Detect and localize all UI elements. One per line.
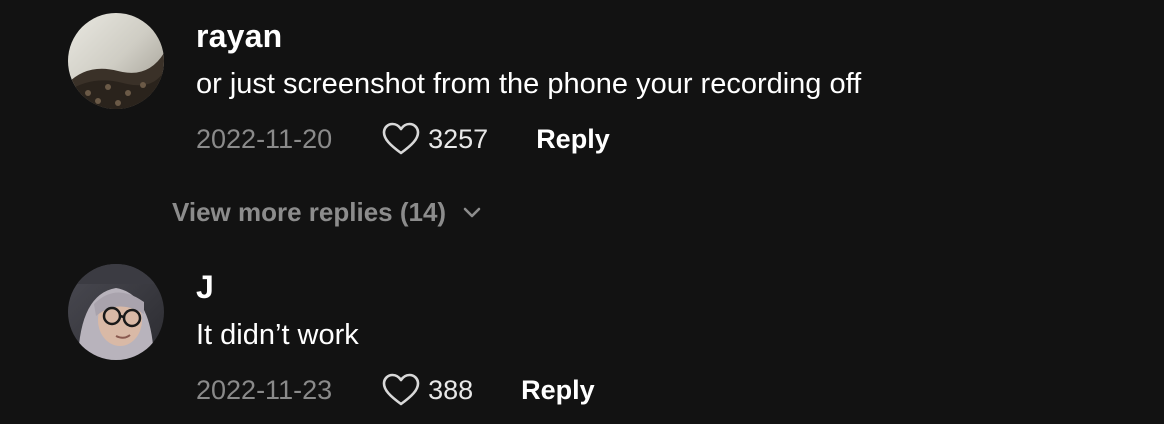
- view-more-replies-label: View more replies (14): [172, 196, 447, 227]
- like-count: 3257: [428, 123, 489, 154]
- comment-date: 2022-11-20: [196, 123, 333, 154]
- username[interactable]: J: [196, 269, 214, 306]
- username[interactable]: rayan: [196, 18, 282, 55]
- avatar-image: [68, 13, 164, 109]
- chevron-down-icon: [463, 207, 481, 218]
- comment-meta: 2022-11-23 388 Reply: [196, 370, 595, 410]
- like-button[interactable]: 3257: [382, 122, 488, 156]
- avatar[interactable]: [68, 264, 164, 360]
- reply-button[interactable]: Reply: [521, 375, 595, 406]
- like-count: 388: [428, 374, 474, 405]
- heart-icon: [382, 373, 420, 406]
- reply-button[interactable]: Reply: [536, 124, 610, 155]
- comment-date: 2022-11-23: [196, 374, 333, 405]
- like-button[interactable]: 388: [382, 373, 473, 407]
- view-more-replies-button[interactable]: View more replies (14): [172, 192, 482, 232]
- comment-meta: 2022-11-20 3257 Reply: [196, 119, 610, 159]
- avatar-image: [68, 264, 164, 360]
- comment-text: or just screenshot from the phone your r…: [196, 68, 862, 100]
- comment-text: It didn’t work: [196, 319, 359, 351]
- heart-icon: [382, 122, 420, 155]
- avatar[interactable]: [68, 13, 164, 109]
